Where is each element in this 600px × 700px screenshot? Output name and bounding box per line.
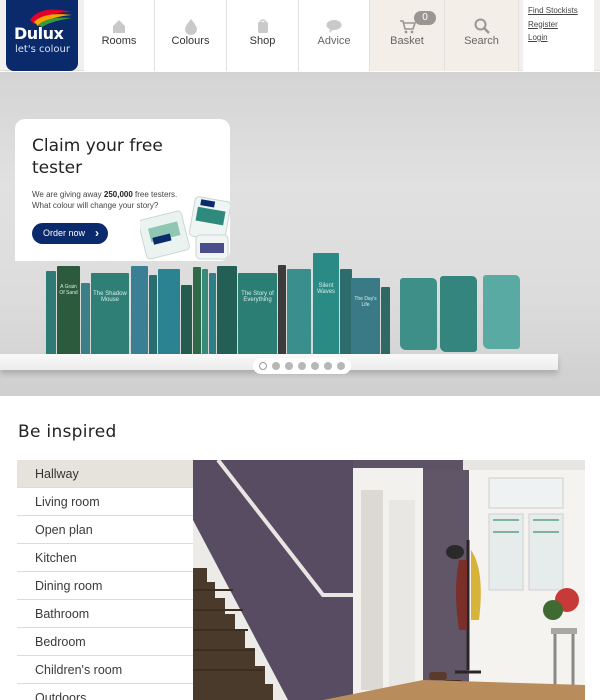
paint-tin-icon <box>257 19 268 33</box>
paint-drop-icon <box>184 19 197 35</box>
nav-advice[interactable]: Advice <box>299 0 370 71</box>
book-spine <box>202 269 208 359</box>
carousel-indicator <box>253 358 351 374</box>
book-spine: A Grain Of Sand <box>57 266 80 359</box>
carousel-dot[interactable] <box>298 362 306 370</box>
nav-colours-label: Colours <box>171 35 210 47</box>
book-spine <box>193 267 201 359</box>
nav-shop[interactable]: Shop <box>227 0 299 71</box>
room-list: Hallway Living room Open plan Kitchen Di… <box>17 460 193 700</box>
nav-search-label: Search <box>464 35 499 47</box>
hero-banner[interactable]: A Grain Of Sand The Shadow Mouse The Sto… <box>0 72 600 396</box>
nav-search[interactable]: Search <box>445 0 519 71</box>
room-item-bedroom[interactable]: Bedroom <box>17 628 193 656</box>
carousel-dot[interactable] <box>272 362 280 370</box>
order-now-button[interactable]: Order now › <box>32 223 108 244</box>
basket-count-badge: 0 <box>414 11 436 25</box>
book-spine: The Day's Life <box>351 278 380 359</box>
tester-pots-image <box>140 196 230 260</box>
book-spine <box>81 283 90 359</box>
book-spine: The Shadow Mouse <box>91 273 129 359</box>
nav-basket[interactable]: 0 Basket <box>370 0 445 71</box>
room-item-childrens-room[interactable]: Children's room <box>17 656 193 684</box>
book-spine: The Story of Everything <box>238 273 277 359</box>
register-link[interactable]: Register <box>528 18 594 32</box>
book-spine <box>209 273 216 359</box>
house-icon <box>113 20 125 33</box>
nav-rooms-label: Rooms <box>101 35 137 47</box>
room-item-kitchen[interactable]: Kitchen <box>17 544 193 572</box>
book-spine <box>158 269 180 359</box>
carousel-dot[interactable] <box>337 362 345 370</box>
nav-advice-label: Advice <box>317 35 351 47</box>
carousel-dot[interactable] <box>285 362 293 370</box>
book-spine <box>181 285 192 359</box>
hallway-room-photo[interactable] <box>193 460 585 700</box>
room-item-bathroom[interactable]: Bathroom <box>17 600 193 628</box>
chevron-right-icon: › <box>95 226 99 240</box>
book-spine <box>217 266 237 359</box>
promo-card: Claim your free tester We are giving awa… <box>15 119 230 261</box>
paint-swatch <box>440 276 477 352</box>
find-stockists-link[interactable]: Find Stockists <box>528 4 594 18</box>
paint-swatch <box>483 275 520 349</box>
room-item-dining-room[interactable]: Dining room <box>17 572 193 600</box>
nav-basket-label: Basket <box>390 35 424 47</box>
carousel-dot[interactable] <box>259 362 267 370</box>
book-spine <box>381 287 390 359</box>
promo-title: Claim your free tester <box>32 136 163 178</box>
site-header: Dulux let's colour Rooms Colours Shop Ad… <box>0 0 600 71</box>
book-title: A Grain Of Sand <box>59 284 78 296</box>
book-spine <box>287 269 311 359</box>
room-item-outdoors[interactable]: Outdoors <box>17 684 193 700</box>
nav-colours[interactable]: Colours <box>155 0 227 71</box>
order-now-label: Order now <box>43 228 86 238</box>
paint-swatch <box>400 278 437 350</box>
utility-links: Find Stockists Register Login <box>523 0 594 71</box>
book-spine <box>131 266 148 359</box>
book-title: The Story of Everything <box>241 291 274 303</box>
book-spine <box>278 265 286 359</box>
carousel-dot[interactable] <box>324 362 332 370</box>
book-title: The Shadow Mouse <box>93 291 127 303</box>
dulux-logo[interactable]: Dulux let's colour <box>6 0 78 71</box>
speech-bubble-icon <box>326 20 342 33</box>
book-spine <box>149 275 157 359</box>
logo-tagline: let's colour <box>15 44 70 55</box>
search-icon <box>474 18 490 34</box>
room-item-living-room[interactable]: Living room <box>17 488 193 516</box>
book-spine: Silent Waves <box>313 253 339 359</box>
book-spine <box>46 271 56 359</box>
nav-shop-label: Shop <box>249 35 276 47</box>
book-title: Silent Waves <box>316 283 336 295</box>
room-item-hallway[interactable]: Hallway <box>17 460 193 488</box>
section-title-be-inspired: Be inspired <box>18 422 117 442</box>
carousel-dot[interactable] <box>311 362 319 370</box>
room-item-open-plan[interactable]: Open plan <box>17 516 193 544</box>
logo-wordmark: Dulux <box>14 24 64 43</box>
login-link[interactable]: Login <box>528 31 594 45</box>
nav-rooms[interactable]: Rooms <box>84 0 155 71</box>
book-title: The Day's Life <box>354 296 377 308</box>
